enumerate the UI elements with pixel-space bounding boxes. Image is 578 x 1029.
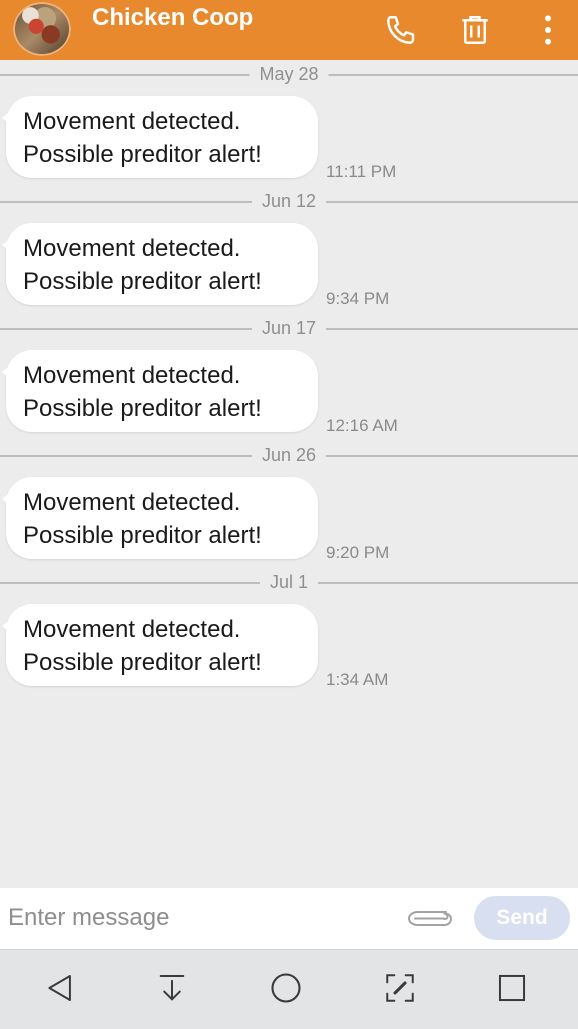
date-separator: Jul 1 — [0, 569, 578, 597]
paperclip-icon[interactable] — [406, 904, 454, 932]
message-input[interactable] — [6, 898, 390, 938]
message-time: 11:11 PM — [326, 162, 397, 181]
date-label: Jul 1 — [259, 572, 319, 593]
message-time: 9:34 PM — [326, 289, 390, 308]
message-time: 1:34 AM — [326, 670, 389, 689]
date-label: Jun 17 — [251, 318, 327, 339]
date-label: May 28 — [249, 64, 329, 85]
message-bubble[interactable]: Movement detected. Possible preditor ale… — [2, 96, 318, 178]
contact-name[interactable]: Chicken Coop — [92, 4, 253, 32]
capture-icon[interactable] — [378, 968, 422, 1008]
date-label: Jun 26 — [251, 445, 327, 466]
phone-icon[interactable] — [381, 10, 421, 50]
contact-avatar[interactable] — [13, 2, 71, 56]
message-text: Movement detected. Possible preditor ale… — [23, 362, 262, 422]
message-list[interactable]: May 28 Movement detected. Possible predi… — [0, 60, 578, 888]
message-text: Movement detected. Possible preditor ale… — [23, 616, 262, 676]
conversation-header: Chicken Coop — [0, 0, 578, 60]
message-bubble[interactable]: Movement detected. Possible preditor ale… — [2, 350, 318, 432]
message-text: Movement detected. Possible preditor ale… — [23, 235, 262, 295]
notification-pull-icon[interactable] — [150, 968, 194, 1008]
back-icon[interactable] — [38, 968, 82, 1008]
date-separator: Jun 17 — [0, 315, 578, 343]
message-text: Movement detected. Possible preditor ale… — [23, 489, 262, 549]
trash-icon[interactable] — [455, 10, 495, 50]
home-icon[interactable] — [264, 968, 308, 1008]
message-time: 12:16 AM — [326, 416, 398, 435]
system-navigation-bar — [0, 949, 578, 1029]
date-label: Jun 12 — [251, 191, 327, 212]
send-button[interactable]: Send — [474, 896, 570, 940]
date-separator: May 28 — [0, 61, 578, 89]
message-bubble[interactable]: Movement detected. Possible preditor ale… — [2, 223, 318, 305]
date-separator: Jun 12 — [0, 188, 578, 216]
date-separator: Jun 26 — [0, 442, 578, 470]
recents-icon[interactable] — [490, 968, 534, 1008]
more-vert-icon[interactable] — [528, 10, 568, 50]
message-time: 9:20 PM — [326, 543, 390, 562]
message-text: Movement detected. Possible preditor ale… — [23, 108, 262, 168]
message-composer: Send — [0, 888, 578, 949]
message-bubble[interactable]: Movement detected. Possible preditor ale… — [2, 477, 318, 559]
message-bubble[interactable]: Movement detected. Possible preditor ale… — [2, 604, 318, 686]
